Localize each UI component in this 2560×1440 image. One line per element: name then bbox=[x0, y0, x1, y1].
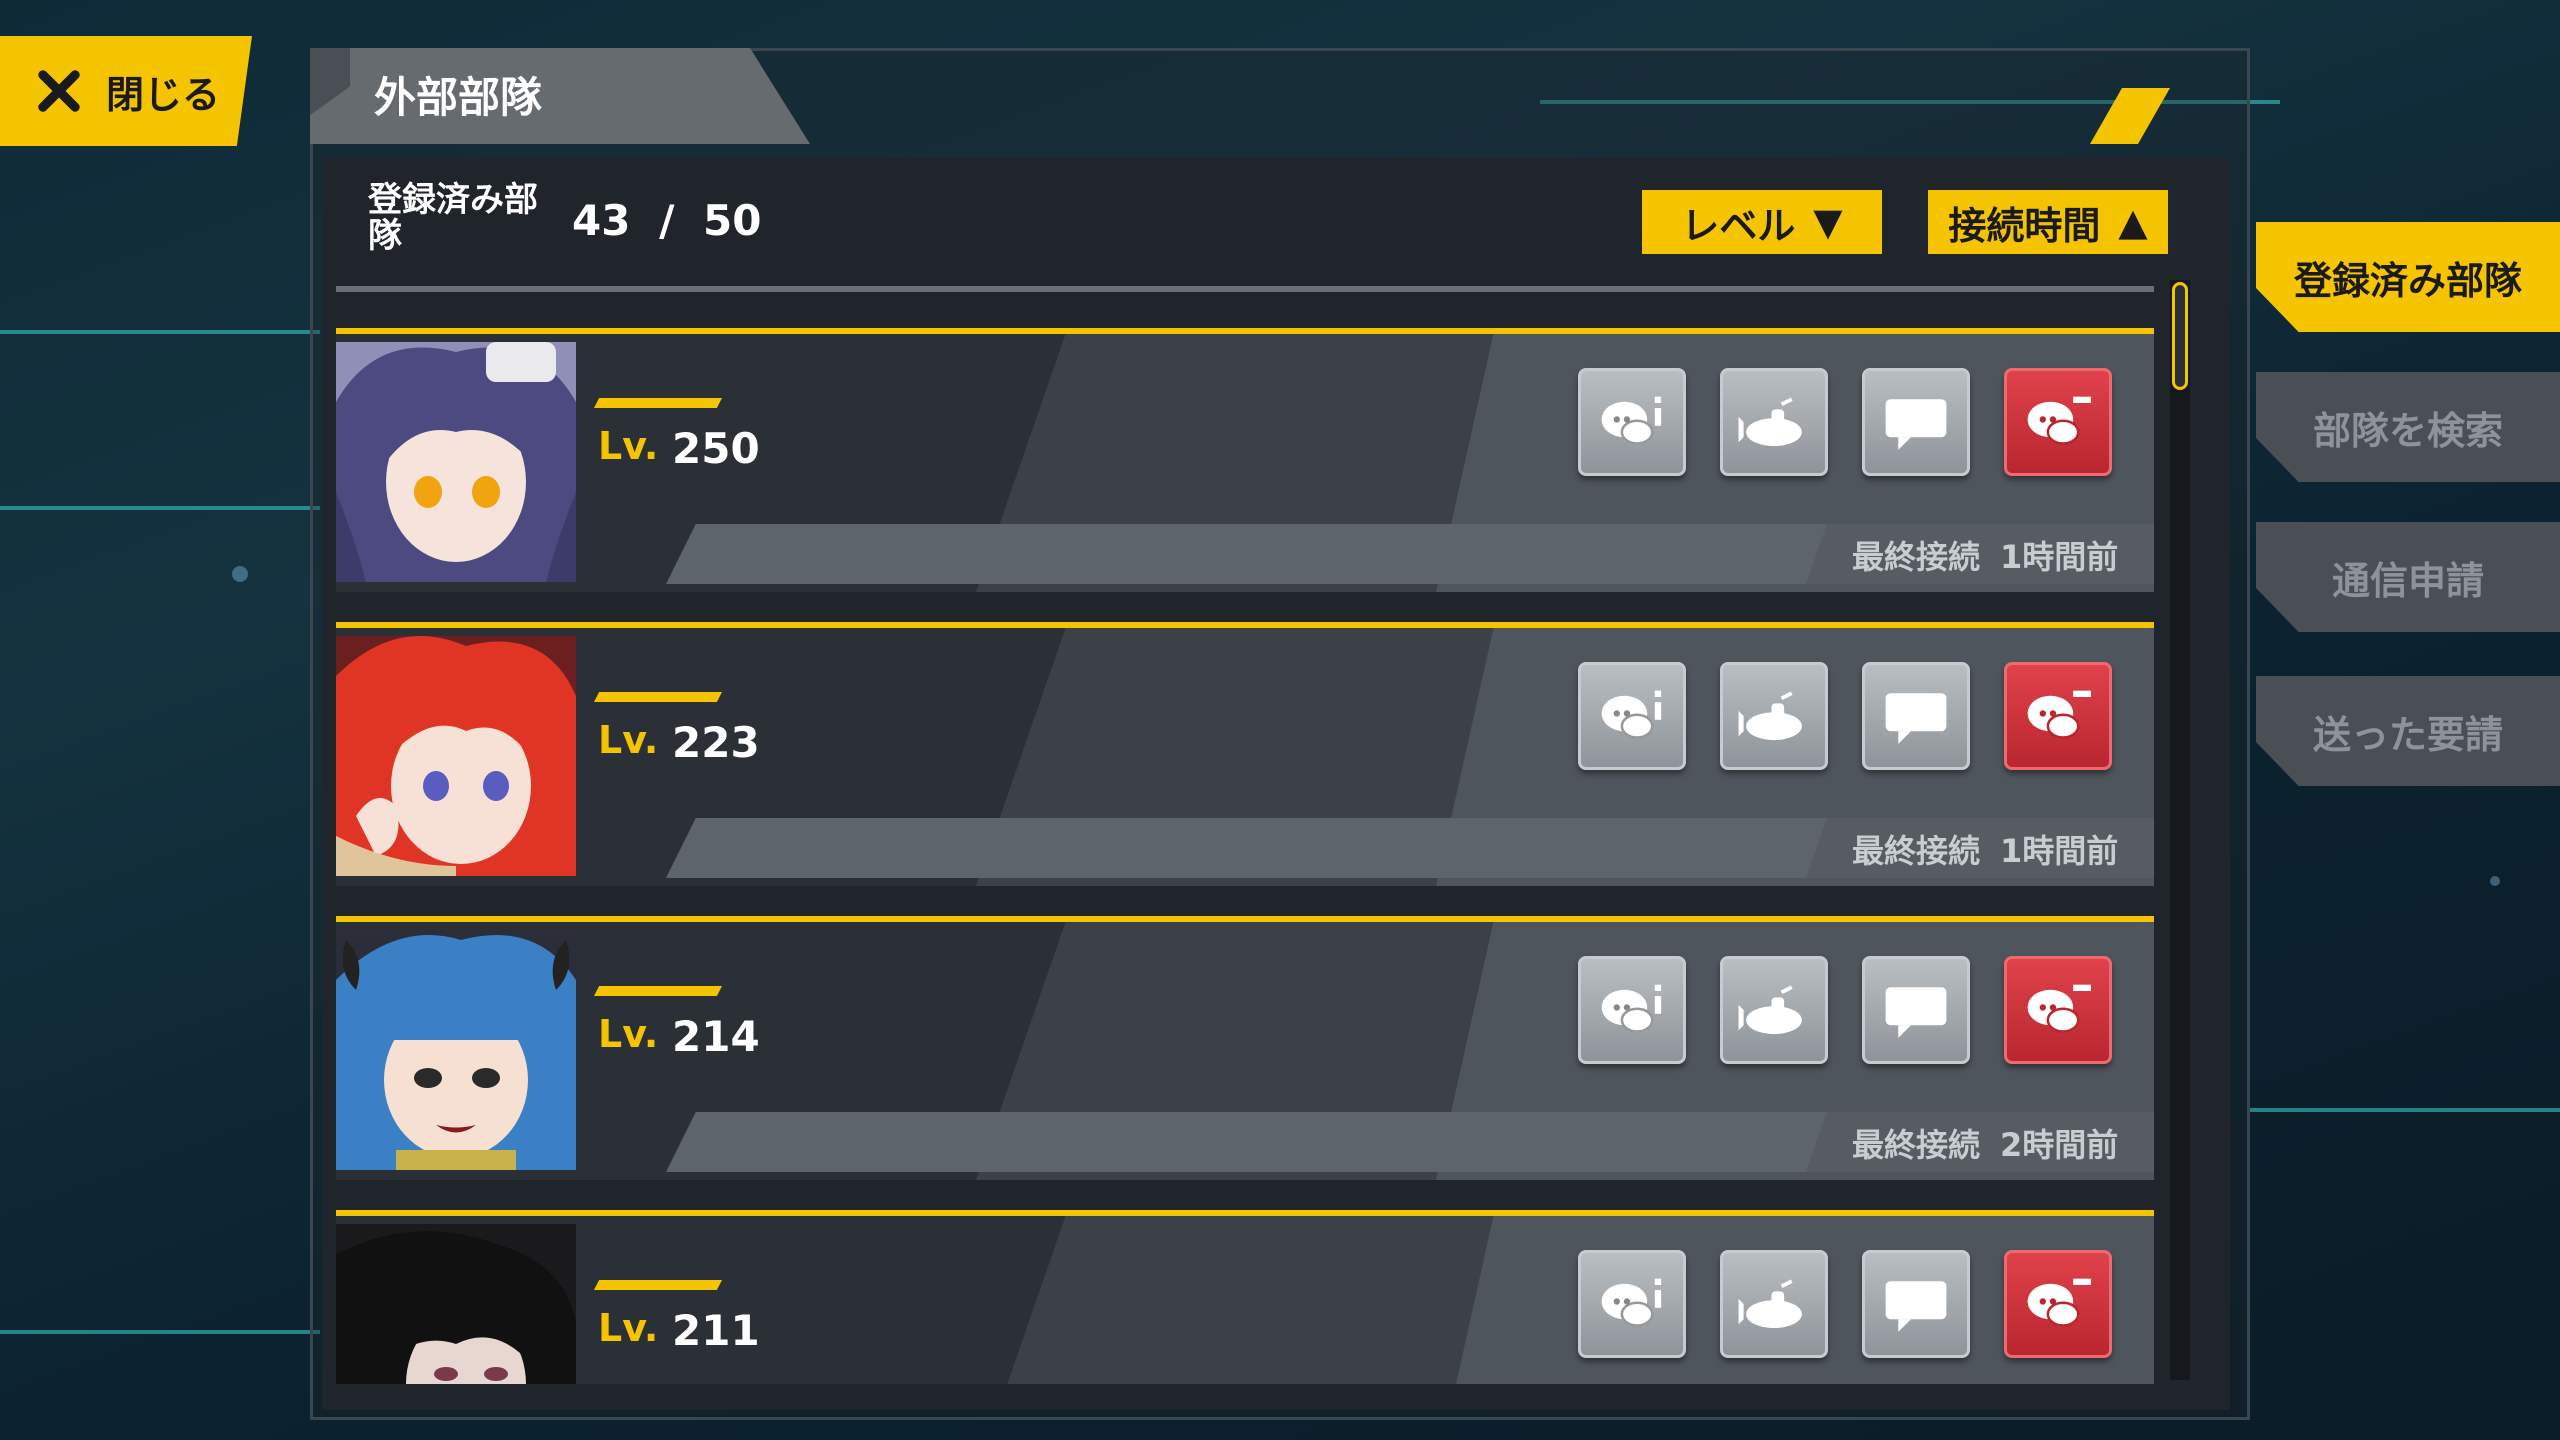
remove-friend-icon bbox=[2027, 396, 2091, 445]
submarine-button[interactable] bbox=[1720, 662, 1828, 770]
page-title: 外部部隊 bbox=[374, 73, 543, 122]
level-label: Lv. bbox=[598, 1012, 659, 1056]
level-label: Lv. bbox=[598, 424, 659, 468]
avatar[interactable] bbox=[336, 930, 576, 1170]
registered-count-value: 43 bbox=[572, 196, 631, 245]
tab-sent-requests[interactable]: 送った要請 bbox=[2256, 676, 2560, 786]
message-button[interactable] bbox=[1862, 662, 1970, 770]
scrollbar-thumb[interactable] bbox=[2172, 282, 2188, 390]
chat-info-icon bbox=[1601, 690, 1662, 739]
header-divider bbox=[336, 286, 2154, 292]
close-button[interactable]: 閉じる bbox=[0, 36, 252, 146]
close-icon bbox=[38, 70, 80, 112]
sort-level-button[interactable]: レベル ▼ bbox=[1642, 190, 1882, 254]
bg-glow bbox=[232, 566, 248, 582]
list-item[interactable]: Lv. 214 最終接続 2時間前 bbox=[336, 916, 2154, 1180]
level-label: Lv. bbox=[598, 1306, 659, 1350]
last-login-time: 1時間前 bbox=[2000, 832, 2119, 870]
chat-info-button[interactable] bbox=[1578, 368, 1686, 476]
sort-level-label: レベル bbox=[1681, 203, 1796, 248]
last-login-label: 最終接続 bbox=[1852, 538, 1981, 576]
registered-separator: / bbox=[659, 196, 675, 245]
level-label: Lv. bbox=[598, 718, 659, 762]
bg-line bbox=[0, 506, 320, 510]
registered-label: 登録済み部隊 bbox=[368, 180, 538, 256]
submarine-icon bbox=[1738, 397, 1802, 447]
tab-label: 送った要請 bbox=[2312, 712, 2503, 757]
sort-time-label: 接続時間 bbox=[1948, 203, 2101, 248]
last-login-label: 最終接続 bbox=[1852, 1126, 1981, 1164]
registered-count: 43 / 50 bbox=[572, 196, 762, 245]
submarine-icon bbox=[1738, 1279, 1802, 1329]
submarine-icon bbox=[1738, 691, 1802, 741]
close-label: 閉じる bbox=[106, 72, 221, 117]
level-value: 250 bbox=[672, 424, 760, 473]
remove-friend-button[interactable] bbox=[2004, 956, 2112, 1064]
message-button[interactable] bbox=[1862, 368, 1970, 476]
message-button[interactable] bbox=[1862, 1250, 1970, 1358]
sort-time-button[interactable]: 接続時間 ▲ bbox=[1928, 190, 2168, 254]
remove-friend-button[interactable] bbox=[2004, 1250, 2112, 1358]
last-login: 最終接続 1時間前 bbox=[1852, 826, 2118, 872]
bg-line bbox=[0, 1330, 320, 1334]
avatar[interactable] bbox=[336, 1224, 576, 1384]
submarine-button[interactable] bbox=[1720, 1250, 1828, 1358]
message-icon bbox=[1885, 693, 1947, 744]
tab-label: 通信申請 bbox=[2331, 558, 2484, 603]
chat-info-button[interactable] bbox=[1578, 1250, 1686, 1358]
message-icon bbox=[1885, 1281, 1947, 1332]
bg-line bbox=[2250, 1108, 2560, 1112]
remove-friend-button[interactable] bbox=[2004, 662, 2112, 770]
submarine-button[interactable] bbox=[1720, 368, 1828, 476]
last-login-time: 1時間前 bbox=[2000, 538, 2119, 576]
list-scrollbar[interactable] bbox=[2170, 280, 2190, 1380]
remove-friend-icon bbox=[2027, 984, 2091, 1033]
message-button[interactable] bbox=[1862, 956, 1970, 1064]
squad-list: Lv. 250 最終接続 1時間前 Lv. 223 最終接続 1時間前 Lv. … bbox=[336, 328, 2154, 1384]
message-icon bbox=[1885, 987, 1947, 1038]
list-item[interactable]: Lv. 223 最終接続 1時間前 bbox=[336, 622, 2154, 886]
sort-desc-icon: ▼ bbox=[1813, 200, 1843, 244]
tab-label: 部隊を検索 bbox=[2312, 408, 2503, 453]
remove-friend-icon bbox=[2027, 690, 2091, 739]
bg-glow bbox=[2490, 876, 2500, 886]
last-login: 最終接続 2時間前 bbox=[1852, 1120, 2118, 1166]
level-value: 223 bbox=[672, 718, 760, 767]
avatar[interactable] bbox=[336, 342, 576, 582]
chat-info-button[interactable] bbox=[1578, 956, 1686, 1064]
tab-search-squad[interactable]: 部隊を検索 bbox=[2256, 372, 2560, 482]
registered-max-value: 50 bbox=[703, 196, 762, 245]
list-item[interactable]: Lv. 211 bbox=[336, 1210, 2154, 1384]
bg-line bbox=[0, 330, 320, 334]
tab-registered-squads[interactable]: 登録済み部隊 bbox=[2256, 222, 2560, 332]
tab-label: 登録済み部隊 bbox=[2293, 258, 2522, 303]
chat-info-icon bbox=[1601, 984, 1662, 1033]
chat-info-icon bbox=[1601, 1278, 1662, 1327]
chat-info-button[interactable] bbox=[1578, 662, 1686, 770]
last-login-label: 最終接続 bbox=[1852, 832, 1981, 870]
chat-info-icon bbox=[1601, 396, 1662, 445]
level-value: 214 bbox=[672, 1012, 760, 1061]
list-item[interactable]: Lv. 250 最終接続 1時間前 bbox=[336, 328, 2154, 592]
last-login: 最終接続 1時間前 bbox=[1852, 532, 2118, 578]
last-login-time: 2時間前 bbox=[2000, 1126, 2119, 1164]
message-icon bbox=[1885, 399, 1947, 450]
avatar[interactable] bbox=[336, 636, 576, 876]
submarine-icon bbox=[1738, 985, 1802, 1035]
tab-requests[interactable]: 通信申請 bbox=[2256, 522, 2560, 632]
submarine-button[interactable] bbox=[1720, 956, 1828, 1064]
sort-asc-icon: ▲ bbox=[2118, 200, 2148, 244]
remove-friend-icon bbox=[2027, 1278, 2091, 1327]
level-value: 211 bbox=[672, 1306, 760, 1355]
remove-friend-button[interactable] bbox=[2004, 368, 2112, 476]
